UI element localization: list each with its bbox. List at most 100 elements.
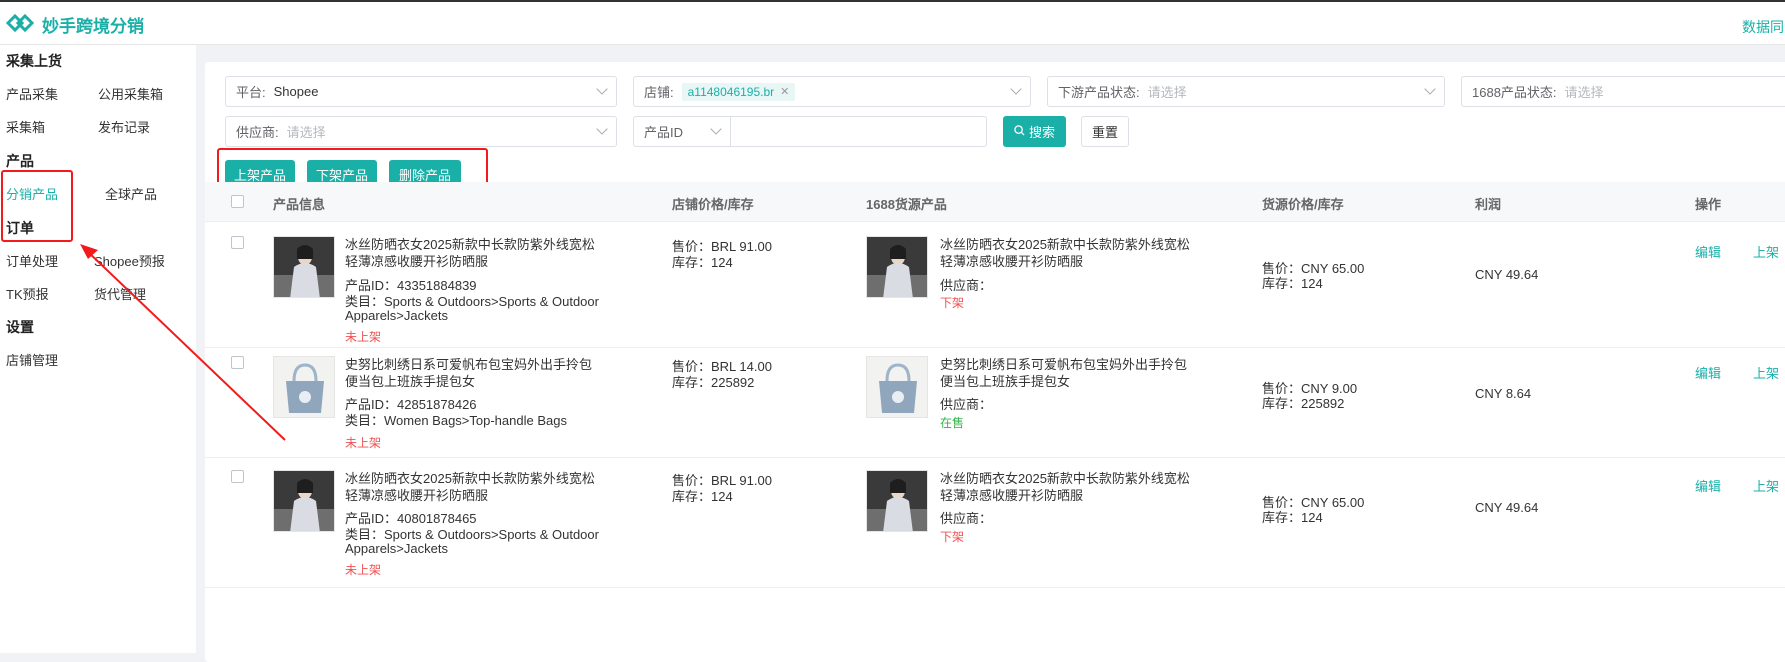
- source-thumbnail: [866, 236, 928, 298]
- sidebar-section-product: 产品: [6, 153, 34, 169]
- product-thumbnail: [273, 356, 335, 418]
- source-stock: 库存：124: [1262, 276, 1323, 291]
- chevron-down-icon: [596, 123, 608, 135]
- id-type-value: 产品ID: [644, 125, 684, 140]
- product-id: 产品ID：40801878465: [345, 511, 477, 526]
- chevron-down-icon: [1010, 83, 1022, 95]
- sidebar-item-shopee-forecast[interactable]: Shopee预报: [94, 251, 165, 270]
- source-stock: 库存：124: [1262, 510, 1323, 525]
- sidebar-item-global-products[interactable]: 全球产品: [105, 184, 157, 203]
- product-status: 未上架: [345, 563, 382, 577]
- sidebar-item-forwarder-management[interactable]: 货代管理: [94, 284, 146, 303]
- shop-stock: 库存：124: [672, 255, 733, 270]
- product-thumbnail: [273, 236, 335, 298]
- sidebar-item-collect-box[interactable]: 采集箱: [6, 117, 45, 136]
- reset-button[interactable]: 重置: [1081, 116, 1129, 147]
- source-stock: 库存：225892: [1262, 396, 1345, 411]
- platform-select[interactable]: 平台: Shopee: [225, 76, 617, 107]
- id-input[interactable]: [730, 116, 987, 147]
- chevron-down-icon: [596, 83, 608, 95]
- product-thumbnail: [273, 470, 335, 532]
- row-checkbox[interactable]: [231, 356, 244, 369]
- source-status: 下架: [940, 296, 965, 310]
- profit-value: CNY 8.64: [1475, 386, 1532, 401]
- th-profit: 利润: [1475, 197, 1502, 212]
- row-checkbox[interactable]: [231, 236, 244, 249]
- th-actions: 操作: [1695, 197, 1722, 212]
- shop-stock: 库存：225892: [672, 375, 755, 390]
- app-title: 妙手跨境分销: [42, 17, 144, 36]
- app-logo[interactable]: 妙手跨境分销: [5, 11, 144, 38]
- platform-value: Shopee: [273, 84, 319, 99]
- source-supplier: 供应商：: [940, 397, 993, 412]
- table-row: 冰丝防晒衣女2025新款中长款防紫外线宽松轻薄凉感收腰开衫防晒服 产品ID：40…: [205, 458, 1785, 588]
- row-checkbox[interactable]: [231, 470, 244, 483]
- chevron-down-icon: [1424, 83, 1436, 95]
- th-shop-price-stock: 店铺价格/库存: [672, 197, 754, 212]
- product-category: 类目：Women Bags>Top-handle Bags: [345, 413, 567, 428]
- source-thumbnail: [866, 356, 928, 418]
- table-row: 史努比刺绣日系可爱帆布包宝妈外出手拎包便当包上班族手提包女 产品ID：42851…: [205, 348, 1785, 458]
- source-thumbnail: [866, 470, 928, 532]
- table-row: 冰丝防晒衣女2025新款中长款防紫外线宽松轻薄凉感收腰开衫防晒服 产品ID：43…: [205, 222, 1785, 348]
- search-button-label: 搜索: [1028, 125, 1055, 140]
- supplier-label: 供应商:: [236, 125, 279, 140]
- product-title[interactable]: 史努比刺绣日系可爱帆布包宝妈外出手拎包便当包上班族手提包女: [345, 356, 597, 390]
- chevron-down-icon: [710, 123, 722, 135]
- th-1688-source: 1688货源产品: [866, 197, 947, 212]
- edit-link[interactable]: 编辑: [1695, 242, 1721, 261]
- source-supplier: 供应商：: [940, 278, 993, 293]
- search-icon: [1014, 124, 1025, 139]
- status-1688-placeholder: 请选择: [1564, 85, 1604, 100]
- list-link[interactable]: 上架: [1753, 242, 1779, 261]
- sidebar-item-shop-management[interactable]: 店铺管理: [6, 350, 58, 369]
- sidebar-item-tk-forecast[interactable]: TK预报: [6, 284, 49, 303]
- sidebar-item-publish-records[interactable]: 发布记录: [98, 117, 150, 136]
- profit-value: CNY 49.64: [1475, 500, 1539, 515]
- logo-icon: [5, 11, 35, 38]
- sidebar-item-product-collect[interactable]: 产品采集: [6, 84, 58, 103]
- status-1688-label: 1688产品状态:: [1472, 85, 1557, 100]
- th-source-price-stock: 货源价格/库存: [1262, 197, 1344, 212]
- sidebar-item-public-collect-box[interactable]: 公用采集箱: [98, 84, 163, 103]
- product-status: 未上架: [345, 330, 382, 344]
- shop-label: 店铺:: [644, 85, 674, 100]
- supplier-select[interactable]: 供应商: 请选择: [225, 116, 617, 147]
- shop-stock: 库存：124: [672, 489, 733, 504]
- product-id: 产品ID：42851878426: [345, 397, 477, 412]
- product-category: 类目：Sports & Outdoors>Sports & Outdoor Ap…: [345, 294, 599, 323]
- product-status: 未上架: [345, 436, 382, 450]
- source-title[interactable]: 冰丝防晒衣女2025新款中长款防紫外线宽松轻薄凉感收腰开衫防晒服: [940, 236, 1192, 270]
- close-icon[interactable]: ✕: [780, 85, 789, 98]
- data-sync-link[interactable]: 数据同步: [1742, 17, 1785, 37]
- sidebar-section-settings: 设置: [6, 319, 34, 335]
- id-type-select[interactable]: 产品ID: [633, 116, 731, 147]
- main-panel: 平台: Shopee 店铺: a1148046195.br ✕ 下游产品状态: …: [205, 62, 1785, 662]
- search-button[interactable]: 搜索: [1003, 116, 1066, 147]
- downstream-status-select[interactable]: 下游产品状态: 请选择: [1047, 76, 1445, 107]
- sidebar-section-collect: 采集上货: [6, 53, 62, 69]
- source-status: 下架: [940, 530, 965, 544]
- list-link[interactable]: 上架: [1753, 363, 1779, 382]
- edit-link[interactable]: 编辑: [1695, 363, 1721, 382]
- status-1688-select[interactable]: 1688产品状态: 请选择: [1461, 76, 1785, 107]
- edit-link[interactable]: 编辑: [1695, 476, 1721, 495]
- source-title[interactable]: 史努比刺绣日系可爱帆布包宝妈外出手拎包便当包上班族手提包女: [940, 356, 1192, 390]
- sidebar-item-order-processing[interactable]: 订单处理: [6, 251, 58, 270]
- product-category: 类目：Sports & Outdoors>Sports & Outdoor Ap…: [345, 527, 599, 556]
- product-title[interactable]: 冰丝防晒衣女2025新款中长款防紫外线宽松轻薄凉感收腰开衫防晒服: [345, 236, 597, 270]
- source-status: 在售: [940, 416, 965, 430]
- source-supplier: 供应商：: [940, 511, 993, 526]
- shop-select[interactable]: 店铺: a1148046195.br ✕: [633, 76, 1031, 107]
- platform-label: 平台:: [236, 85, 266, 100]
- supplier-placeholder: 请选择: [286, 125, 326, 140]
- select-all-checkbox[interactable]: [231, 195, 244, 208]
- source-title[interactable]: 冰丝防晒衣女2025新款中长款防紫外线宽松轻薄凉感收腰开衫防晒服: [940, 470, 1192, 504]
- product-id: 产品ID：43351884839: [345, 278, 477, 293]
- downstream-status-placeholder: 请选择: [1147, 85, 1187, 100]
- top-bar: 妙手跨境分销 数据同步: [0, 0, 1785, 45]
- th-product-info: 产品信息: [273, 197, 326, 212]
- list-link[interactable]: 上架: [1753, 476, 1779, 495]
- product-title[interactable]: 冰丝防晒衣女2025新款中长款防紫外线宽松轻薄凉感收腰开衫防晒服: [345, 470, 597, 504]
- downstream-status-label: 下游产品状态:: [1058, 85, 1140, 100]
